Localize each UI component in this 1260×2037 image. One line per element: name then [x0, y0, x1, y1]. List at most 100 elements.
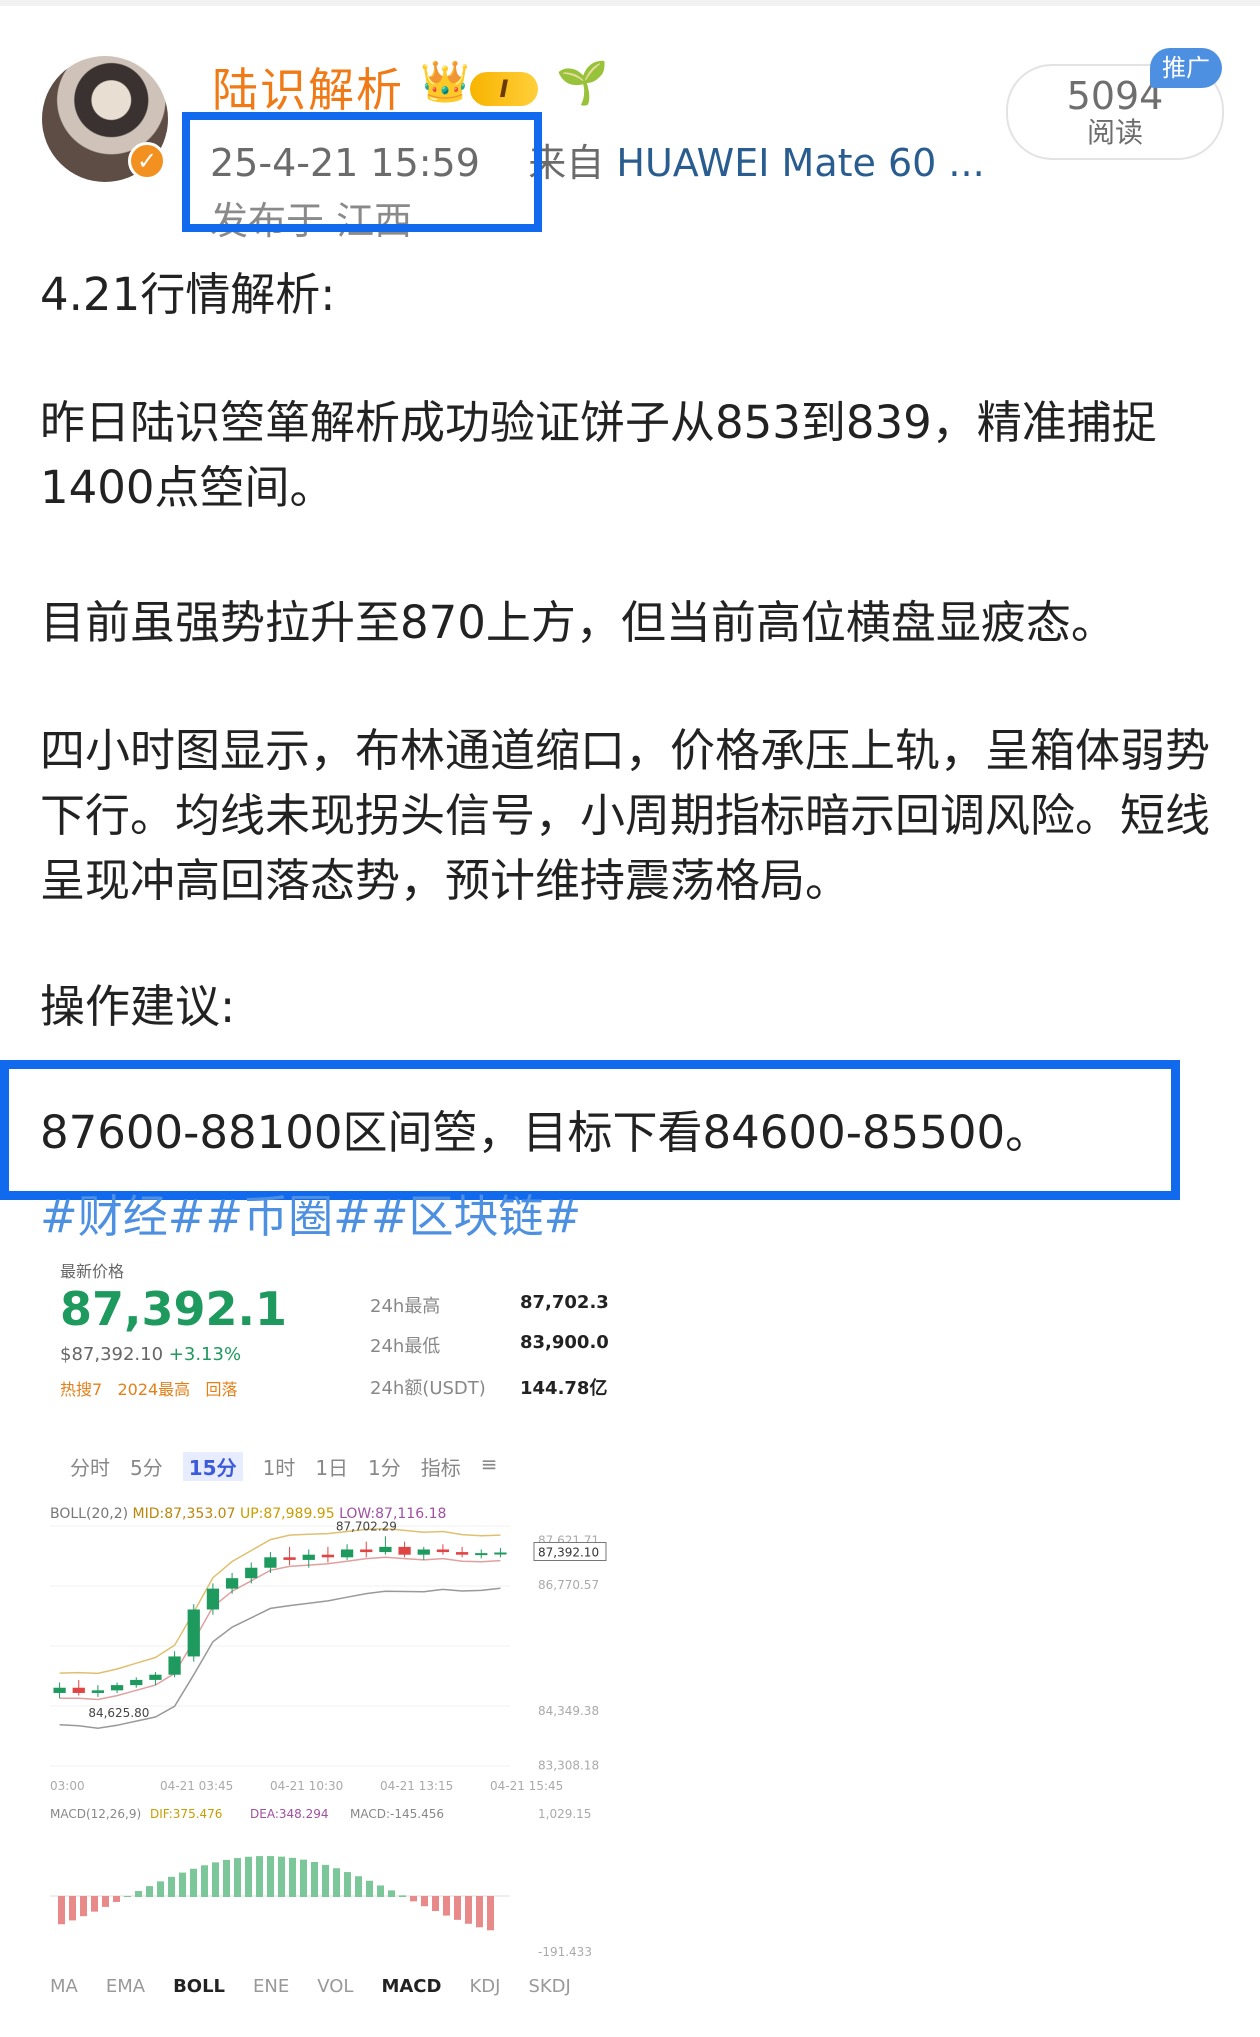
- candle-body: [168, 1656, 181, 1675]
- macd-label: MACD(12,26,9): [50, 1807, 141, 1821]
- macd-bar: [399, 1895, 406, 1897]
- post-paragraph-4: 四小时图显示，布林通道缩口，价格承压上轨，呈箱体弱势下行。均线未现拐头信号，小周…: [40, 724, 1211, 907]
- chart-usd-price: $87,392.10: [60, 1344, 164, 1365]
- macd-bar: [102, 1896, 109, 1907]
- post-paragraph-3: 目前虽强势拉升至870上方，但当前高位横盘显疲态。: [40, 596, 1116, 649]
- x-tick-label: 04-21 15:45: [490, 1779, 563, 1793]
- macd-bar: [69, 1896, 76, 1921]
- hashtags-link[interactable]: #财经##币圈##区块链#: [40, 1180, 581, 1245]
- username[interactable]: 陆识解析: [212, 54, 404, 120]
- y-tick-label: 83,308.18: [538, 1759, 599, 1773]
- macd-bar: [168, 1876, 175, 1897]
- candle-body: [149, 1674, 162, 1680]
- macd-bar: [333, 1868, 340, 1897]
- chart-high-annotation: 87,702.29: [336, 1519, 397, 1533]
- candle-body: [455, 1552, 469, 1555]
- x-tick-label: 04-21 13:15: [380, 1779, 453, 1793]
- macd-bar: [245, 1856, 252, 1897]
- y-tick-label: 84,349.38: [538, 1704, 599, 1718]
- macd-bar: [487, 1896, 494, 1931]
- chart-tag: 热搜7: [60, 1380, 103, 1399]
- macd-bar: [388, 1890, 395, 1897]
- reads-label: 阅读: [1086, 116, 1143, 149]
- post-paragraph-5: 操作建议:: [40, 980, 236, 1033]
- candle-body: [417, 1549, 430, 1555]
- macd-bar: [377, 1885, 384, 1897]
- chart-tags: 热搜7 2024最高 回落: [60, 1376, 237, 1400]
- macd-bar: [278, 1856, 285, 1897]
- macd-bar: [190, 1868, 197, 1897]
- macd-bar: [476, 1896, 483, 1928]
- indicator-tab[interactable]: EMA: [106, 1976, 145, 1997]
- candle-body: [360, 1549, 373, 1553]
- candle-body: [110, 1685, 124, 1691]
- chart-change-pct: +3.13%: [168, 1344, 242, 1365]
- timeframe-tabs: 分时 5分 15分 1时 1日 1分 指标 ≡: [70, 1452, 610, 1481]
- candle-body: [283, 1557, 296, 1560]
- timeframe-tab[interactable]: 1时: [263, 1452, 296, 1481]
- timeframe-tab[interactable]: 1日: [315, 1452, 348, 1481]
- timeframe-tab[interactable]: 5分: [130, 1452, 163, 1481]
- stat-value: 87,702.3: [520, 1292, 609, 1313]
- macd-bar: [179, 1872, 186, 1897]
- highlight-box-advice: [0, 1060, 1180, 1200]
- highlight-box-time: [182, 112, 542, 232]
- macd-bar: [465, 1896, 472, 1924]
- macd-bar: [223, 1859, 230, 1897]
- macd-bar: [289, 1857, 296, 1897]
- chart-image[interactable]: 最新价格 87,392.1 $87,392.10 +3.13% 热搜7 2024…: [40, 1252, 624, 2012]
- macd-bar: [80, 1896, 87, 1917]
- macd-bar: [355, 1876, 362, 1897]
- timeframe-tab[interactable]: 分时: [70, 1452, 110, 1481]
- indicator-tab[interactable]: KDJ: [469, 1976, 500, 1997]
- candle-body: [53, 1687, 66, 1693]
- stat-label: 24h最低: [370, 1336, 441, 1357]
- y-tick-label: 86,770.57: [538, 1578, 599, 1592]
- timeframe-tab-active[interactable]: 15分: [182, 1452, 243, 1481]
- indicator-tab[interactable]: SKDJ: [528, 1976, 570, 1997]
- level-badge: I: [470, 72, 538, 106]
- candle-body: [91, 1690, 105, 1693]
- candle-body: [72, 1687, 85, 1693]
- indicator-tab-selected[interactable]: BOLL: [173, 1976, 225, 1997]
- timeframe-tab[interactable]: 指标: [421, 1452, 461, 1481]
- stat-label: 24h额(USDT): [370, 1378, 486, 1399]
- macd-bar: [322, 1864, 329, 1897]
- candlestick-chart: 87,702.2984,625.8087,621.7187,392.1086,7…: [50, 1519, 607, 1959]
- macd-bar: [58, 1896, 65, 1925]
- source-device-link[interactable]: HUAWEI Mate 60 ...: [616, 141, 984, 185]
- crown-icon: 👑: [420, 59, 470, 105]
- macd-bar: [212, 1862, 219, 1897]
- menu-icon[interactable]: ≡: [481, 1452, 498, 1481]
- macd-dea: DEA:348.294: [250, 1807, 329, 1821]
- macd-bar: [135, 1891, 142, 1897]
- boll-upper-line: [59, 1527, 501, 1675]
- macd-value: MACD:-145.456: [350, 1807, 444, 1821]
- indicator-tab-selected[interactable]: MACD: [381, 1976, 441, 1997]
- indicator-tab[interactable]: ENE: [253, 1976, 289, 1997]
- candle-body: [398, 1546, 411, 1555]
- top-divider: [0, 0, 1260, 6]
- indicator-tab[interactable]: MA: [50, 1976, 78, 1997]
- chart-low-annotation: 84,625.80: [88, 1706, 149, 1720]
- macd-bar: [91, 1896, 98, 1912]
- candle-body: [321, 1554, 335, 1558]
- chart-tag: 2024最高: [117, 1380, 191, 1399]
- macd-bar: [454, 1896, 461, 1920]
- chart-tag: 回落: [205, 1380, 238, 1399]
- x-tick-label: 03:00: [50, 1779, 85, 1793]
- macd-bar: [124, 1896, 131, 1897]
- candle-body: [264, 1557, 277, 1568]
- candle-body: [245, 1567, 258, 1579]
- stat-label: 24h最高: [370, 1296, 441, 1317]
- timeframe-tab[interactable]: 1分: [368, 1452, 401, 1481]
- macd-dif: DIF:375.476: [150, 1807, 222, 1821]
- macd-bar: [311, 1861, 318, 1897]
- verified-badge-icon: ✓: [128, 142, 166, 180]
- chart-price: 87,392.1: [60, 1282, 287, 1336]
- chart-latest-label: 最新价格: [60, 1262, 125, 1281]
- candle-body: [379, 1546, 392, 1553]
- macd-tick-label: -191.433: [538, 1945, 592, 1959]
- indicator-tab[interactable]: VOL: [317, 1976, 353, 1997]
- macd-bar: [421, 1896, 428, 1907]
